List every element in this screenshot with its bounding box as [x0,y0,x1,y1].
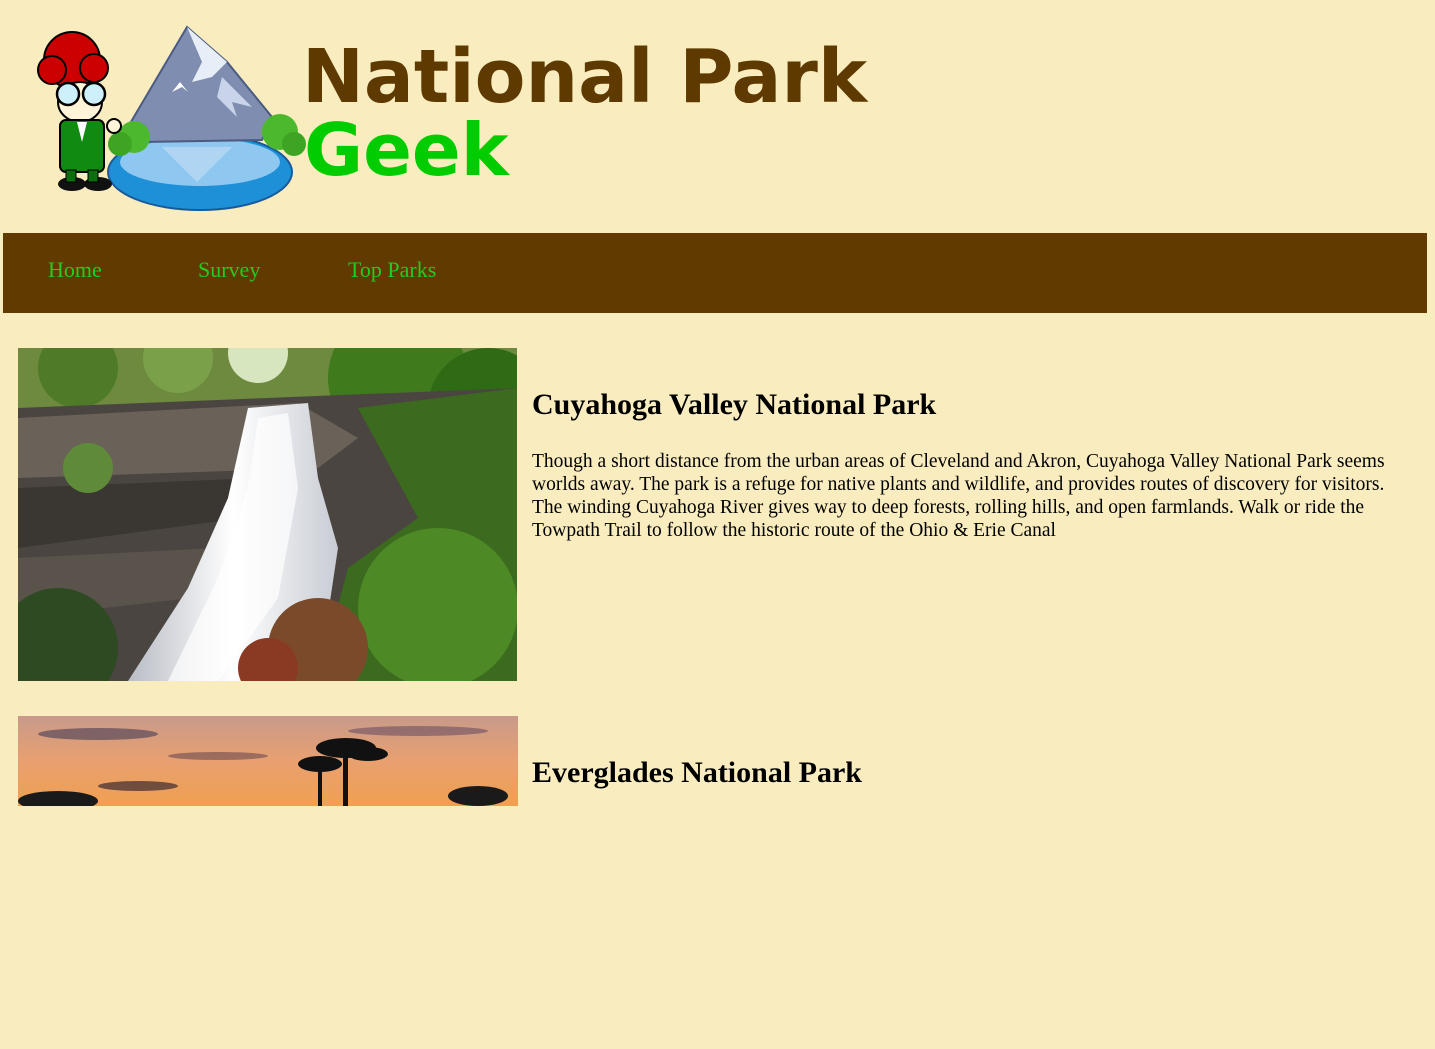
nav-link-top-parks[interactable]: Top Parks [348,257,436,283]
main-navigation: Home Survey Top Parks [3,233,1427,313]
park-entry-cuyahoga: Cuyahoga Valley National Park Though a s… [18,348,1418,688]
park-entry-everglades: Everglades National Park [18,716,1418,811]
park-title: Cuyahoga Valley National Park [532,388,937,421]
nav-link-home[interactable]: Home [48,257,102,283]
park-description: Though a short distance from the urban a… [532,451,1385,541]
logo-title-line1[interactable]: National Park [302,40,867,114]
park-title: Everglades National Park [532,756,862,789]
geek-mascot-logo-icon[interactable] [22,22,312,214]
nav-link-survey[interactable]: Survey [198,257,260,283]
cuyahoga-waterfall-image [18,348,517,681]
everglades-sunset-image [18,716,518,1049]
site-header: National Park Geek [0,0,1435,233]
logo-title-line2[interactable]: Geek [304,114,509,186]
